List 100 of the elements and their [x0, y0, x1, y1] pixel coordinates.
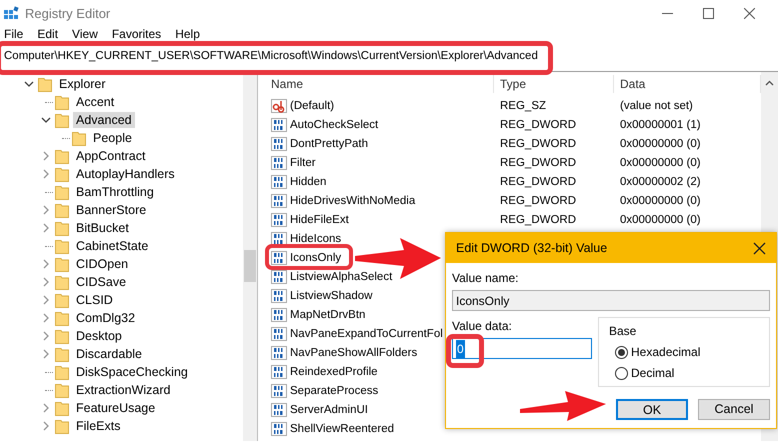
tree-item[interactable]: DiskSpaceChecking	[73, 364, 191, 380]
expand-chevron-icon[interactable]	[42, 259, 50, 269]
expand-chevron-icon[interactable]	[42, 205, 50, 215]
expand-chevron-icon[interactable]	[42, 295, 50, 305]
tree-item[interactable]: Desktop	[73, 328, 125, 344]
tree-scrollbar[interactable]	[243, 72, 257, 441]
tree-item[interactable]: Accent	[73, 94, 118, 110]
value-name[interactable]: HideFileExt	[290, 212, 349, 226]
radio-option[interactable]: Hexadecimal	[615, 343, 759, 361]
column-header[interactable]: Name	[261, 75, 494, 93]
expand-chevron-icon[interactable]	[42, 169, 50, 179]
collapse-chevron-icon[interactable]	[41, 116, 51, 124]
folder-icon	[55, 364, 69, 380]
value-type: REG_DWORD	[499, 118, 578, 132]
folder-icon	[55, 94, 69, 110]
value-type: REG_DWORD	[499, 156, 578, 170]
tree-item[interactable]: ComDlg32	[73, 310, 138, 326]
string-value-icon	[271, 98, 287, 112]
radio-option[interactable]: Decimal	[615, 364, 759, 382]
expand-chevron-icon[interactable]	[42, 313, 50, 323]
menu-item[interactable]: Help	[175, 27, 200, 41]
binary-value-icon	[271, 250, 287, 264]
tree-item[interactable]: BitBucket	[73, 220, 132, 236]
tree-item[interactable]: Advanced	[73, 112, 135, 128]
expand-chevron-icon[interactable]	[42, 223, 50, 233]
folder-icon	[55, 382, 69, 398]
value-name[interactable]: ShellViewReentered	[290, 422, 394, 436]
value-name[interactable]: ReindexedProfile	[290, 364, 378, 378]
tree-item[interactable]: AutoplayHandlers	[73, 166, 178, 182]
tree-item[interactable]: AppContract	[73, 148, 148, 164]
tree-item[interactable]: BamThrottling	[73, 184, 157, 200]
value-name[interactable]: ListviewAlphaSelect	[290, 270, 392, 284]
menu-item[interactable]: View	[72, 27, 98, 41]
binary-value-icon	[271, 326, 287, 340]
maximize-icon[interactable]	[703, 8, 714, 19]
menu-item[interactable]: Favorites	[112, 27, 162, 41]
menu-item[interactable]: File	[4, 27, 24, 41]
tree-item[interactable]: ExtractionWizard	[73, 382, 174, 398]
expand-chevron-icon[interactable]	[42, 277, 50, 287]
value-name[interactable]: NavPaneExpandToCurrentFol	[290, 326, 443, 340]
binary-value-icon	[271, 136, 287, 150]
folder-icon	[55, 418, 69, 434]
value-data: 0x00000000 (0)	[619, 156, 701, 170]
expand-chevron-icon[interactable]	[42, 331, 50, 341]
field-label: Value data:	[452, 318, 513, 335]
value-name[interactable]: ServerAdminUI	[290, 402, 368, 416]
value-type: REG_DWORD	[499, 212, 578, 226]
dialog-button[interactable]: Cancel	[698, 399, 770, 420]
close-icon[interactable]	[744, 8, 755, 19]
value-name[interactable]: SeparateProcess	[290, 384, 378, 398]
binary-value-icon	[271, 194, 287, 208]
tree-item[interactable]: BannerStore	[73, 202, 150, 218]
value-data-field[interactable]: 0	[452, 338, 592, 359]
value-name[interactable]: MapNetDrvBtn	[290, 308, 366, 322]
tree-item[interactable]: CabinetState	[73, 238, 152, 254]
radio-button[interactable]	[615, 346, 628, 358]
binary-value-icon	[271, 118, 287, 132]
expand-chevron-icon[interactable]	[42, 421, 50, 431]
tree-item[interactable]: FeatureUsage	[73, 400, 158, 416]
value-name[interactable]: DontPrettyPath	[290, 136, 368, 150]
tree-item[interactable]: FileExts	[73, 418, 124, 434]
value-data: 0x00000000 (0)	[619, 212, 701, 226]
value-name[interactable]: NavPaneShowAllFolders	[290, 346, 418, 360]
tree-item[interactable]: Discardable	[73, 346, 146, 362]
value-name[interactable]: ListviewShadow	[290, 288, 372, 302]
value-name[interactable]: Filter	[290, 156, 316, 170]
folder-icon	[55, 256, 69, 272]
value-name[interactable]: Hidden	[290, 174, 326, 188]
folder-icon	[55, 292, 69, 308]
binary-value-icon	[271, 346, 287, 360]
tree-item[interactable]: CLSID	[73, 292, 116, 308]
binary-value-icon	[271, 156, 287, 170]
expand-chevron-icon[interactable]	[42, 403, 50, 413]
address-field[interactable]: Computer\HKEY_CURRENT_USER\SOFTWARE\Microsoft\Windows\CurrentVersion\Explorer\Advanced	[0, 49, 538, 63]
folder-icon	[55, 220, 69, 236]
value-name[interactable]: AutoCheckSelect	[290, 118, 378, 132]
value-name[interactable]: IconsOnly	[290, 250, 342, 264]
radio-button[interactable]	[615, 366, 628, 380]
tree-item[interactable]: People	[90, 130, 135, 146]
expand-chevron-icon[interactable]	[42, 349, 50, 359]
tree-item[interactable]: Explorer	[56, 76, 109, 92]
value-name-field[interactable]: IconsOnly	[452, 290, 770, 311]
value-data: 0x00000001 (1)	[619, 118, 701, 132]
value-name[interactable]: HideIcons	[290, 232, 342, 246]
folder-icon	[55, 238, 69, 254]
menu-item[interactable]: Edit	[37, 27, 58, 41]
dialog-button[interactable]: OK	[616, 399, 688, 420]
collapse-chevron-icon[interactable]	[24, 80, 34, 88]
tree-item[interactable]: CIDOpen	[73, 256, 132, 272]
column-header[interactable]: Type	[494, 75, 614, 93]
expand-chevron-icon[interactable]	[42, 151, 50, 161]
field-label: Value name:	[452, 270, 520, 287]
tree-item[interactable]: CIDSave	[73, 274, 130, 290]
value-name[interactable]: (Default)	[290, 98, 334, 112]
close-icon[interactable]	[753, 242, 766, 254]
value-name[interactable]: HideDrivesWithNoMedia	[290, 194, 416, 208]
binary-value-icon	[271, 364, 287, 378]
value-type: REG_DWORD	[499, 136, 578, 150]
folder-icon	[55, 346, 69, 362]
binary-value-icon	[271, 422, 287, 436]
